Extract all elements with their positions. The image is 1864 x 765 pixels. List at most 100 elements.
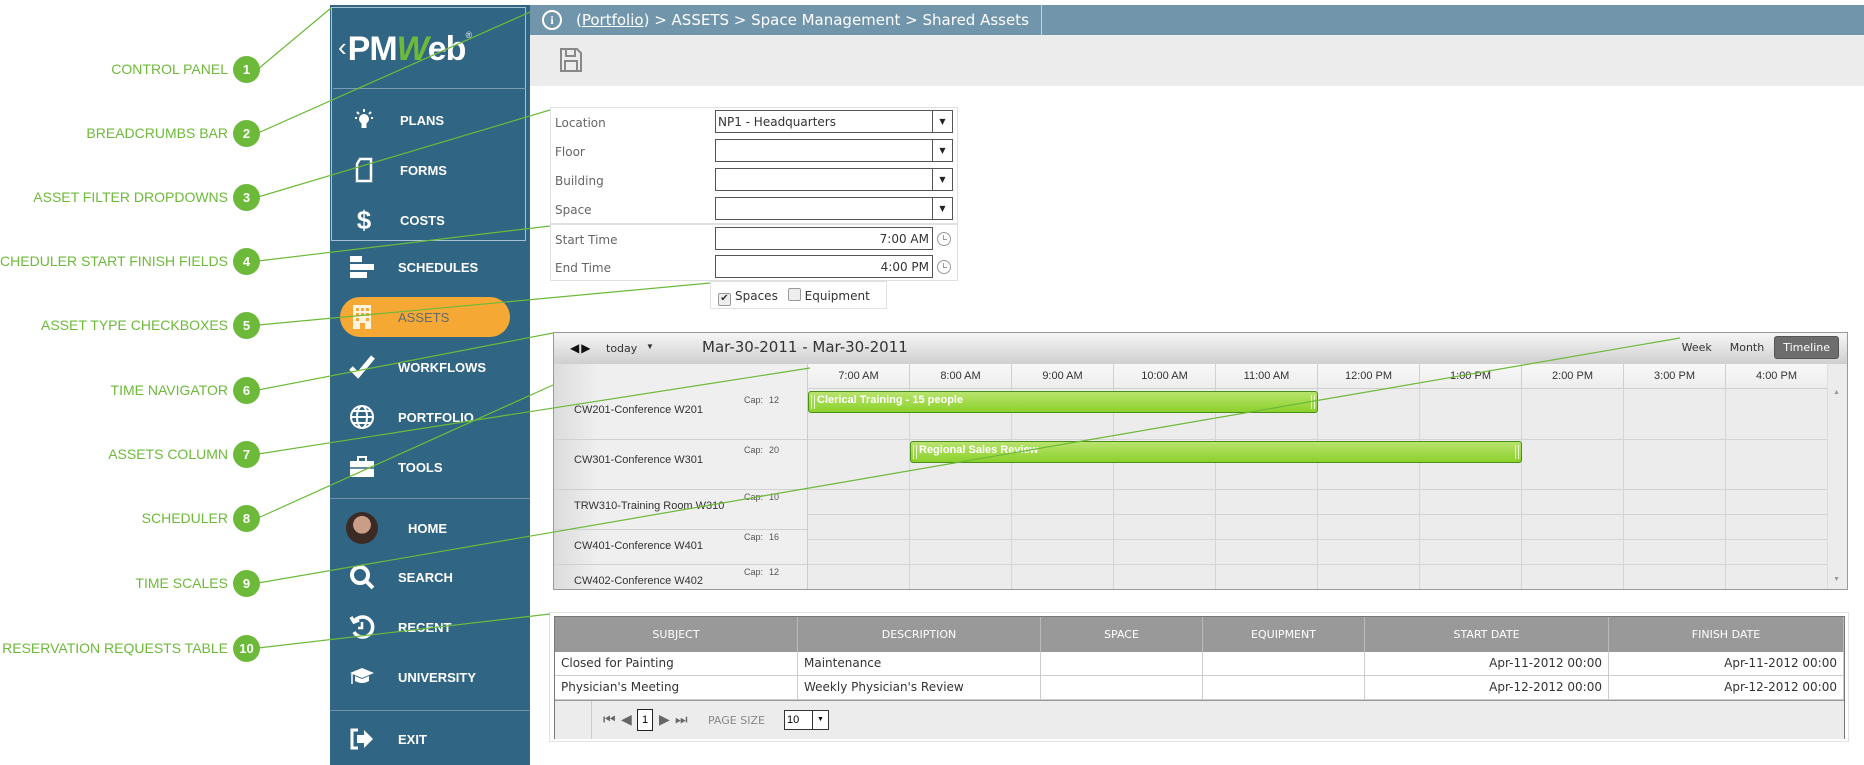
end-time-label: End Time	[555, 261, 611, 275]
view-week-button[interactable]: Week	[1674, 337, 1720, 358]
back-chevron-icon[interactable]: ‹	[338, 32, 347, 62]
logo-pm: PM	[347, 30, 398, 68]
sidebar-item-assets[interactable]: ASSETS	[340, 297, 510, 337]
sidebar-item-tools[interactable]: TOOLS	[330, 447, 530, 487]
annotation-number-badge: 1	[233, 56, 260, 83]
resource-row: CW402-Conference W402 Cap: 12	[554, 564, 807, 589]
clock-icon[interactable]	[937, 232, 951, 246]
column-header[interactable]: START DATE	[1365, 617, 1609, 652]
first-page-icon[interactable]: ⏮	[603, 711, 616, 728]
breadcrumb-portfolio-link[interactable]: Portfolio	[582, 11, 644, 29]
end-time-input[interactable]: 4:00 PM	[715, 255, 933, 278]
vertical-scrollbar[interactable]: ▲ ▼	[1827, 364, 1847, 589]
chevron-down-icon[interactable]: ▼	[812, 711, 828, 729]
reservation-event[interactable]: Regional Sales Review	[910, 441, 1522, 463]
sidebar-item-label: UNIVERSITY	[398, 669, 477, 685]
sidebar-item-workflows[interactable]: WORKFLOWS	[330, 347, 530, 387]
last-page-icon[interactable]: ⏭	[675, 711, 688, 728]
annotation-number-badge: 5	[233, 312, 260, 339]
hour-header: 4:00 PM	[1726, 364, 1828, 389]
sidebar-item-label: PLANS	[400, 112, 445, 128]
page-size-value: 10	[787, 714, 800, 726]
prev-page-icon[interactable]: ◀	[621, 711, 632, 728]
asset-filter-panel: Location NP1 - Headquarters ▼ Floor ▼ Bu…	[550, 107, 958, 224]
resize-handle[interactable]	[1311, 395, 1315, 409]
sidebar-item-recent[interactable]: RECENT	[330, 607, 530, 647]
column-header[interactable]: DESCRIPTION	[798, 617, 1041, 652]
annotation-label: TIME NAVIGATOR	[110, 382, 228, 398]
pager: ⏮ ◀ 1 ▶ ⏭ PAGE SIZE 10 ▼	[555, 700, 1844, 739]
sidebar-item-exit[interactable]: EXIT	[330, 719, 530, 759]
chevron-down-icon[interactable]: ▼	[932, 169, 952, 190]
view-timeline-button[interactable]: Timeline	[1774, 336, 1839, 359]
table-row[interactable]: Closed for Painting Maintenance Apr-11-201…	[555, 652, 1844, 676]
equipment-checkbox[interactable]	[787, 288, 801, 301]
toolbox-icon	[342, 456, 382, 478]
column-header[interactable]: SUBJECT	[555, 617, 798, 652]
annotation-label: TIME SCALES	[135, 575, 228, 591]
today-button[interactable]: today	[606, 342, 637, 355]
start-time-input[interactable]: 7:00 AM	[715, 227, 933, 250]
resize-handle[interactable]	[1515, 445, 1519, 459]
column-header[interactable]: SPACE	[1041, 617, 1203, 652]
globe-icon	[342, 404, 382, 430]
annotation-leader-line	[257, 7, 332, 70]
table-row[interactable]: Physician's Meeting Weekly Physician's Re…	[555, 676, 1844, 700]
next-arrow-icon[interactable]: ▶	[581, 341, 592, 355]
page-size-dropdown[interactable]: 10 ▼	[784, 710, 829, 730]
logo-eb: eb	[427, 30, 467, 68]
cap-value: 10	[769, 492, 780, 502]
sidebar-item-home[interactable]: HOME	[330, 508, 530, 548]
hour-header: 12:00 PM	[1318, 364, 1420, 389]
reservation-event[interactable]: Clerical Training - 15 people	[808, 391, 1318, 413]
prev-arrow-icon[interactable]: ◀	[570, 341, 581, 355]
hour-header: 8:00 AM	[910, 364, 1012, 389]
spaces-checkbox[interactable]: ✔	[718, 293, 731, 306]
resource-name: CW401-Conference W401	[574, 540, 704, 552]
sidebar-item-label: TOOLS	[398, 459, 443, 475]
sidebar-item-label: RECENT	[398, 619, 452, 635]
annotation-number-badge: 4	[233, 248, 260, 275]
scroll-down-icon[interactable]: ▼	[1833, 576, 1840, 583]
location-label: Location	[555, 116, 606, 130]
start-time-label: Start Time	[555, 233, 618, 247]
logo-registered: ®	[465, 30, 472, 40]
floor-dropdown[interactable]: ▼	[715, 139, 953, 162]
view-month-button[interactable]: Month	[1722, 337, 1772, 358]
table-cell: Apr-12-2012 00:00	[1365, 676, 1609, 699]
resource-row: CW201-Conference W201 Cap: 12	[554, 389, 807, 440]
current-page[interactable]: 1	[637, 709, 653, 731]
clock-icon[interactable]	[937, 260, 951, 274]
save-icon[interactable]	[560, 48, 582, 72]
control-panel-sidebar: ‹PMWeb® PLANS FORMS $ COSTS SCHEDULES AS…	[330, 5, 530, 765]
pmweb-logo[interactable]: ‹PMWeb®	[338, 30, 472, 69]
sidebar-item-schedules[interactable]: SCHEDULES	[330, 247, 530, 287]
chevron-down-icon[interactable]: ▼	[932, 111, 952, 132]
sidebar-item-label: COSTS	[400, 212, 445, 228]
sidebar-item-portfolio[interactable]: PORTFOLIO	[330, 397, 530, 437]
hour-header: 3:00 PM	[1624, 364, 1726, 389]
space-dropdown[interactable]: ▼	[715, 197, 953, 220]
column-header[interactable]: EQUIPMENT	[1203, 617, 1365, 652]
chevron-down-icon[interactable]: ▼	[646, 342, 654, 351]
timeline-grid[interactable]: 7:00 AM 8:00 AM 9:00 AM 10:00 AM 11:00 AM 12:…	[808, 364, 1828, 589]
building-dropdown[interactable]: ▼	[715, 168, 953, 191]
sidebar-item-costs[interactable]: $ COSTS	[332, 200, 532, 240]
scheduler: ◀▶ today ▼ Mar-30-2011 - Mar-30-2011 Wee…	[553, 332, 1848, 590]
sidebar-item-plans[interactable]: PLANS	[332, 100, 532, 140]
resource-capacity: Cap: 16	[744, 532, 779, 542]
info-icon[interactable]: i	[542, 10, 562, 30]
chevron-down-icon[interactable]: ▼	[932, 140, 952, 161]
sidebar-item-search[interactable]: SEARCH	[330, 557, 530, 597]
column-header[interactable]: FINISH DATE	[1609, 617, 1844, 652]
prev-next-arrows[interactable]: ◀▶	[570, 341, 592, 355]
table-cell: Apr-12-2012 00:00	[1609, 676, 1844, 699]
cap-label: Cap:	[744, 395, 764, 405]
sidebar-item-university[interactable]: UNIVERSITY	[330, 657, 530, 697]
hour-header: 9:00 AM	[1012, 364, 1114, 389]
location-dropdown[interactable]: NP1 - Headquarters ▼	[715, 110, 953, 133]
next-page-icon[interactable]: ▶	[659, 711, 670, 728]
chevron-down-icon[interactable]: ▼	[932, 198, 952, 219]
scroll-up-icon[interactable]: ▲	[1833, 389, 1840, 396]
sidebar-item-forms[interactable]: FORMS	[332, 150, 532, 190]
